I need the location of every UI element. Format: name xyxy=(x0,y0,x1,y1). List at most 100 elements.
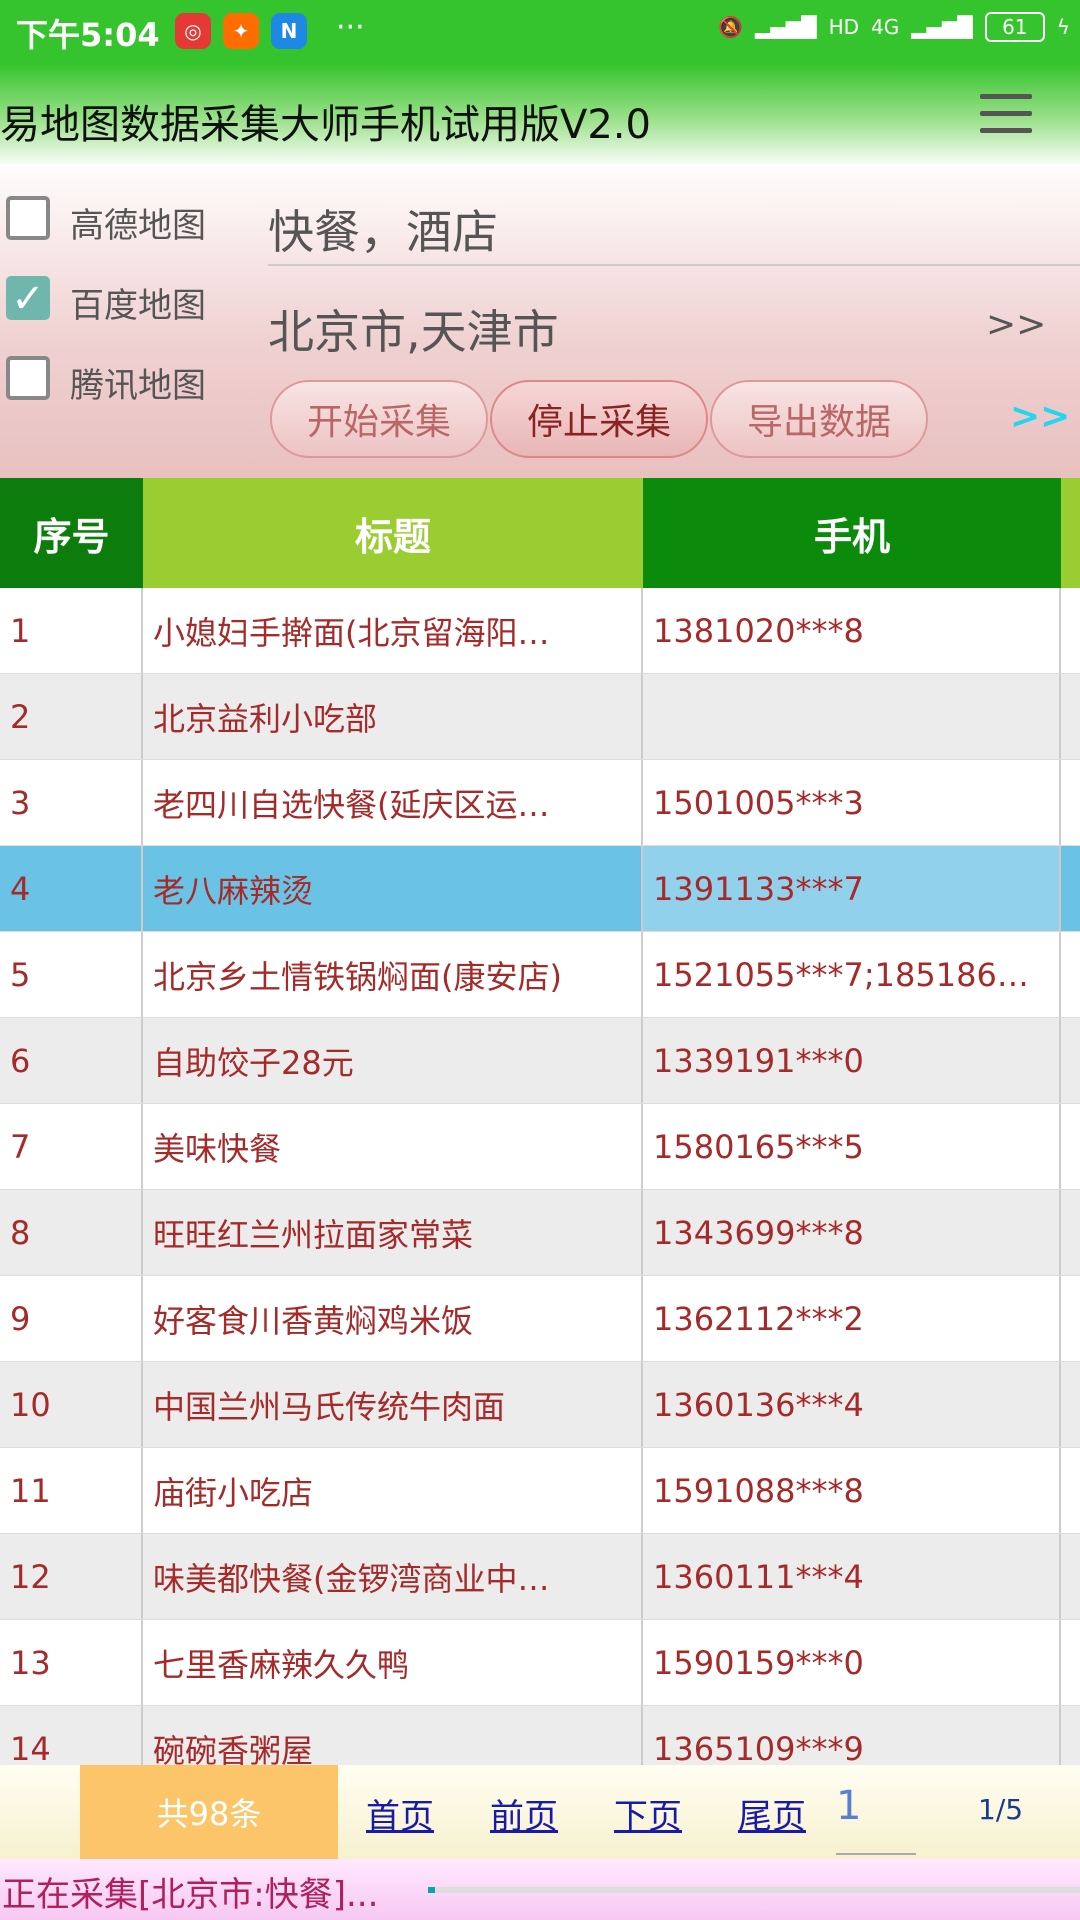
system-icons: 🔕 ▂▄▆█ HD 4G ▂▄▆█ 61 ϟ xyxy=(718,12,1070,42)
cell-overflow xyxy=(1061,1018,1080,1103)
cell-index: 3 xyxy=(0,760,143,845)
checkbox-gaode[interactable] xyxy=(6,196,50,240)
pagination: 共98条 首页 前页 下页 尾页 1 1/5 xyxy=(0,1765,1080,1859)
start-collect-button[interactable]: 开始采集 xyxy=(270,380,488,458)
cell-title: 小媳妇手擀面(北京留海阳… xyxy=(143,588,643,673)
export-data-button[interactable]: 导出数据 xyxy=(710,380,928,458)
table-row[interactable]: 2 北京益利小吃部 xyxy=(0,674,1080,760)
signal-icon-2: ▂▄▆█ xyxy=(911,15,973,39)
cell-phone: 1391133***7 xyxy=(643,846,1061,931)
cell-phone: 1591088***8 xyxy=(643,1448,1061,1533)
header-overflow xyxy=(1061,478,1080,588)
cell-phone: 1580165***5 xyxy=(643,1104,1061,1189)
header-title[interactable]: 标题 xyxy=(143,478,643,588)
page-number-input[interactable]: 1 xyxy=(836,1783,861,1829)
cell-index: 10 xyxy=(0,1362,143,1447)
checkbox-baidu[interactable]: ✓ xyxy=(6,276,50,320)
stop-collect-button[interactable]: 停止采集 xyxy=(490,380,708,458)
checkbox-tencent[interactable] xyxy=(6,356,50,400)
sports-app-icon: ✦ xyxy=(223,13,259,49)
table-row[interactable]: 7 美味快餐 1580165***5 xyxy=(0,1104,1080,1190)
checkbox-label-gaode: 高德地图 xyxy=(70,206,206,246)
status-footer: 正在采集[北京市:快餐]... xyxy=(0,1859,1080,1920)
cell-index: 7 xyxy=(0,1104,143,1189)
header-index[interactable]: 序号 xyxy=(0,478,143,588)
battery-level: 61 xyxy=(1002,15,1028,39)
check-icon: ✓ xyxy=(11,276,45,322)
table-row[interactable]: 10 中国兰州马氏传统牛肉面 1360136***4 xyxy=(0,1362,1080,1448)
cell-title: 味美都快餐(金锣湾商业中… xyxy=(143,1534,643,1619)
cell-phone: 1501005***3 xyxy=(643,760,1061,845)
signal-icon: ▂▄▆█ xyxy=(755,15,817,39)
cell-phone: 1360111***4 xyxy=(643,1534,1061,1619)
table-row[interactable]: 12 味美都快餐(金锣湾商业中… 1360111***4 xyxy=(0,1534,1080,1620)
checkbox-label-tencent: 腾讯地图 xyxy=(70,366,206,406)
clock: 下午5:04 xyxy=(16,16,160,54)
cell-overflow xyxy=(1061,1190,1080,1275)
cell-overflow xyxy=(1061,1534,1080,1619)
cell-index: 13 xyxy=(0,1620,143,1705)
page-input-underline xyxy=(836,1853,916,1855)
cell-index: 9 xyxy=(0,1276,143,1361)
mute-icon: 🔕 xyxy=(718,15,744,39)
cell-index: 6 xyxy=(0,1018,143,1103)
cell-index: 2 xyxy=(0,674,143,759)
cell-overflow xyxy=(1061,674,1080,759)
prev-page-link[interactable]: 前页 xyxy=(490,1789,558,1838)
progress-bar xyxy=(428,1887,1080,1893)
more-actions-arrow[interactable]: >> xyxy=(1010,396,1070,437)
city-select-arrow[interactable]: >> xyxy=(986,304,1046,345)
cell-title: 自助饺子28元 xyxy=(143,1018,643,1103)
cell-phone: 1521055***7;185186… xyxy=(643,932,1061,1017)
table-row[interactable]: 11 庙街小吃店 1591088***8 xyxy=(0,1448,1080,1534)
title-bar: 易地图数据采集大师手机试用版V2.0 xyxy=(0,64,1080,164)
cell-phone: 1362112***2 xyxy=(643,1276,1061,1361)
table-row[interactable]: 1 小媳妇手擀面(北京留海阳… 1381020***8 xyxy=(0,588,1080,674)
charging-icon: ϟ xyxy=(1056,15,1070,39)
keywords-underline xyxy=(268,264,1080,266)
cell-overflow xyxy=(1061,846,1080,931)
status-bar: 下午5:04 ◎ ✦ N ··· 🔕 ▂▄▆█ HD 4G ▂▄▆█ 61 ϟ xyxy=(0,0,1080,64)
cell-overflow xyxy=(1061,760,1080,845)
progress-fill xyxy=(428,1887,435,1893)
hamburger-menu-icon[interactable] xyxy=(980,94,1032,134)
notification-icons: ◎ ✦ N xyxy=(175,13,307,49)
cell-title: 庙街小吃店 xyxy=(143,1448,643,1533)
first-page-link[interactable]: 首页 xyxy=(366,1789,434,1838)
cell-index: 4 xyxy=(0,846,143,931)
cities-input[interactable]: 北京市,天津市 xyxy=(268,296,559,362)
table-row[interactable]: 8 旺旺红兰州拉面家常菜 1343699***8 xyxy=(0,1190,1080,1276)
table-row[interactable]: 3 老四川自选快餐(延庆区运… 1501005***3 xyxy=(0,760,1080,846)
header-phone[interactable]: 手机 xyxy=(643,478,1061,588)
cell-phone: 1360136***4 xyxy=(643,1362,1061,1447)
cell-index: 12 xyxy=(0,1534,143,1619)
cell-phone: 1339191***0 xyxy=(643,1018,1061,1103)
cell-title: 北京乡土情铁锅焖面(康安店) xyxy=(143,932,643,1017)
cell-phone: 1590159***0 xyxy=(643,1620,1061,1705)
cell-title: 北京益利小吃部 xyxy=(143,674,643,759)
table-row[interactable]: 4 老八麻辣烫 1391133***7 xyxy=(0,846,1080,932)
cell-title: 好客食川香黄焖鸡米饭 xyxy=(143,1276,643,1361)
table-row[interactable]: 5 北京乡土情铁锅焖面(康安店) 1521055***7;185186… xyxy=(0,932,1080,1018)
cell-overflow xyxy=(1061,1362,1080,1447)
cell-phone xyxy=(643,674,1061,759)
cell-overflow xyxy=(1061,932,1080,1017)
keywords-input[interactable]: 快餐，酒店 xyxy=(268,196,498,262)
table-row[interactable]: 6 自助饺子28元 1339191***0 xyxy=(0,1018,1080,1104)
next-page-link[interactable]: 下页 xyxy=(614,1789,682,1838)
last-page-link[interactable]: 尾页 xyxy=(738,1789,806,1838)
cell-title: 旺旺红兰州拉面家常菜 xyxy=(143,1190,643,1275)
table-row[interactable]: 13 七里香麻辣久久鸭 1590159***0 xyxy=(0,1620,1080,1706)
n-app-icon: N xyxy=(271,13,307,49)
news-app-icon: ◎ xyxy=(175,13,211,49)
cell-phone: 1381020***8 xyxy=(643,588,1061,673)
checkbox-label-baidu: 百度地图 xyxy=(70,286,206,326)
cell-title: 中国兰州马氏传统牛肉面 xyxy=(143,1362,643,1447)
cell-index: 8 xyxy=(0,1190,143,1275)
table-row[interactable]: 9 好客食川香黄焖鸡米饭 1362112***2 xyxy=(0,1276,1080,1362)
page-count: 1/5 xyxy=(978,1793,1024,1826)
cell-index: 11 xyxy=(0,1448,143,1533)
cell-overflow xyxy=(1061,1276,1080,1361)
cell-overflow xyxy=(1061,1104,1080,1189)
cell-overflow xyxy=(1061,588,1080,673)
